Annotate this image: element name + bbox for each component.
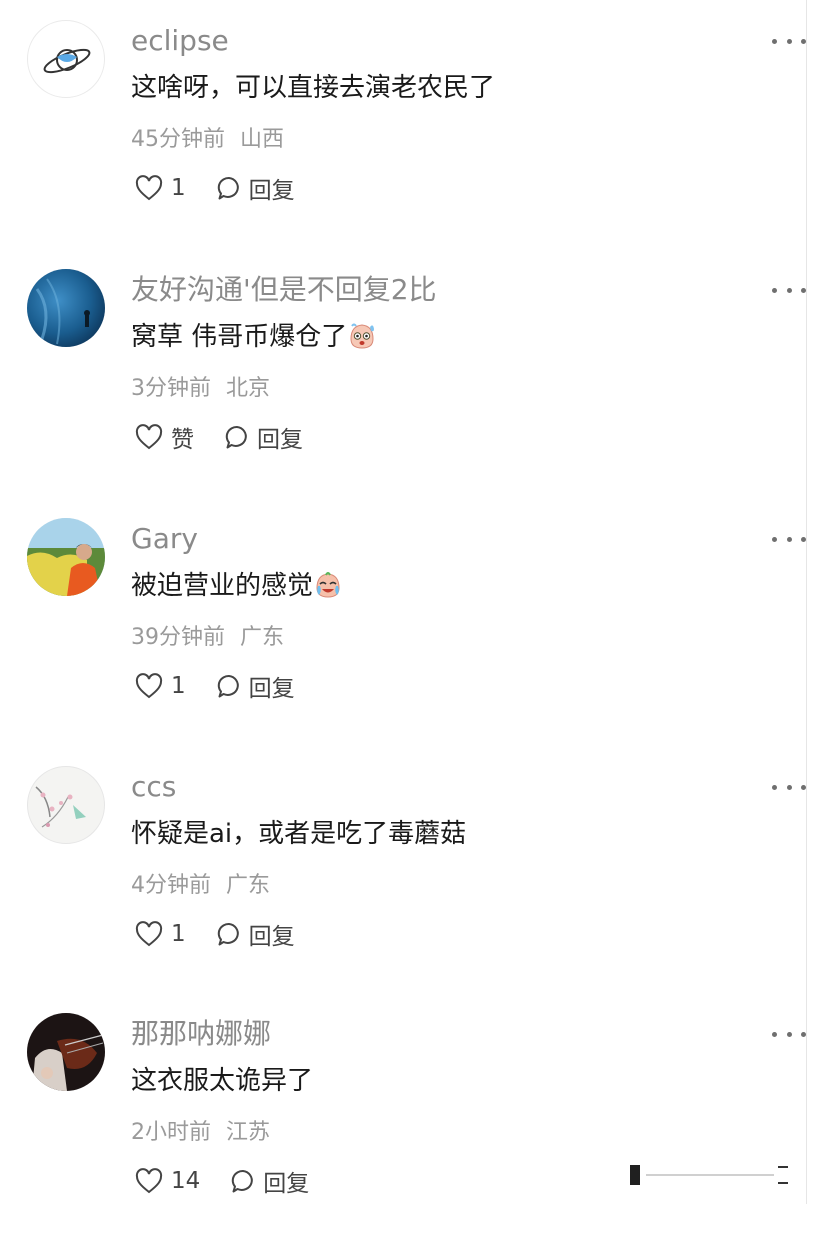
comment-actions: 1 回复: [135, 916, 295, 952]
indicator-end: [778, 1166, 788, 1184]
comment-location: 山西: [240, 127, 285, 152]
reply-label: 回复: [263, 1171, 310, 1197]
comment-meta: 2小时前 江苏: [131, 1117, 270, 1149]
reply-button[interactable]: 回复: [224, 420, 303, 454]
comment-time: 4分钟前: [131, 873, 211, 898]
more-options-icon[interactable]: [772, 28, 806, 54]
like-button[interactable]: 赞: [135, 420, 194, 454]
reply-label: 回复: [257, 427, 303, 453]
like-count: 1: [171, 175, 186, 201]
like-button[interactable]: 1: [135, 673, 186, 699]
speech-bubble-icon: [217, 674, 239, 698]
comment-time: 2小时前: [131, 1120, 211, 1145]
comment-item: eclipse 这啥呀，可以直接去演老农民了 45分钟前 山西 1 回复: [0, 0, 814, 250]
comment-location: 广东: [226, 873, 271, 898]
comment-location: 广东: [240, 625, 285, 650]
comment-actions: 1 回复: [135, 668, 295, 704]
avatar[interactable]: [27, 518, 105, 596]
comment-actions: 14 回复: [135, 1163, 309, 1199]
comment-time: 3分钟前: [131, 376, 211, 401]
comment-actions: 1 回复: [135, 170, 295, 206]
speech-bubble-icon: [217, 922, 239, 946]
comment-text: 窝草 伟哥币爆仓了: [131, 319, 377, 361]
comment-text-content: 被迫营业的感觉: [131, 571, 314, 601]
comment-meta: 39分钟前 广东: [131, 622, 284, 654]
reply-label: 回复: [248, 924, 295, 950]
reply-button[interactable]: 回复: [216, 171, 295, 205]
comment-text-content: 窝草 伟哥币爆仓了: [131, 322, 348, 352]
reply-label: 回复: [248, 676, 295, 702]
like-button[interactable]: 1: [135, 921, 186, 947]
comment-item: 那那呐娜娜 这衣服太诡异了 2小时前 江苏 14 回复: [0, 993, 814, 1243]
reply-button[interactable]: 回复: [216, 917, 295, 951]
comment-time: 45分钟前: [131, 127, 225, 152]
avatar[interactable]: [27, 269, 105, 347]
comment-item: Gary 被迫营业的感觉 39分钟前 广东 1 回复: [0, 498, 814, 748]
comment-location: 江苏: [226, 1120, 271, 1145]
heart-outline-icon: [135, 175, 163, 201]
avatar-image: [27, 518, 105, 596]
username[interactable]: ccs: [131, 768, 176, 806]
username[interactable]: Gary: [131, 520, 198, 558]
bottom-indicator: [630, 1164, 788, 1186]
heart-outline-icon: [135, 673, 163, 699]
like-count: 1: [171, 921, 186, 947]
comment-text: 被迫营业的感觉: [131, 568, 343, 610]
avatar-image: [27, 1013, 105, 1091]
avatar[interactable]: [27, 20, 105, 98]
speech-bubble-icon: [217, 176, 239, 200]
username[interactable]: 那那呐娜娜: [131, 1015, 271, 1053]
like-count: 14: [171, 1168, 201, 1194]
heart-outline-icon: [135, 1168, 163, 1194]
reply-button[interactable]: 回复: [230, 1164, 309, 1198]
indicator-line: [646, 1174, 774, 1176]
comment-text: 这衣服太诡异了: [131, 1066, 314, 1096]
more-options-icon[interactable]: [772, 774, 806, 800]
comment-text: 这啥呀，可以直接去演老农民了: [131, 73, 496, 103]
avatar[interactable]: [27, 766, 105, 844]
comment-text: 怀疑是ai，或者是吃了毒蘑菇: [131, 819, 467, 849]
like-button[interactable]: 1: [135, 175, 186, 201]
heart-outline-icon: [135, 921, 163, 947]
speech-bubble-icon: [225, 425, 247, 449]
comment-meta: 4分钟前 广东: [131, 870, 270, 902]
indicator-mark: [630, 1165, 640, 1185]
more-options-icon[interactable]: [772, 526, 806, 552]
like-button[interactable]: 14: [135, 1168, 200, 1194]
more-options-icon[interactable]: [772, 277, 806, 303]
avatar-image: [35, 786, 86, 828]
like-count: 1: [171, 673, 186, 699]
username[interactable]: 友好沟通'但是不回复2比: [131, 271, 437, 309]
comment-meta: 3分钟前 北京: [131, 373, 270, 405]
comment-actions: 赞 回复: [135, 419, 303, 455]
comment-location: 北京: [226, 376, 271, 401]
comment-time: 39分钟前: [131, 625, 225, 650]
heart-outline-icon: [135, 424, 163, 450]
comment-meta: 45分钟前 山西: [131, 124, 284, 156]
like-count: 赞: [171, 427, 194, 453]
comment-item: ccs 怀疑是ai，或者是吃了毒蘑菇 4分钟前 广东 1 回复: [0, 746, 814, 996]
crying-face-emoji: [313, 570, 343, 610]
speech-bubble-icon: [232, 1169, 254, 1193]
comment-item: 友好沟通'但是不回复2比 窝草 伟哥币爆仓了 3分钟前 北京 赞 回复: [0, 249, 814, 499]
reply-button[interactable]: 回复: [216, 669, 295, 703]
avatar-image: [27, 269, 105, 347]
reply-label: 回复: [248, 178, 295, 204]
shocked-face-emoji: [347, 321, 377, 361]
avatar[interactable]: [27, 1013, 105, 1091]
planet-icon: [43, 48, 91, 74]
username[interactable]: eclipse: [131, 22, 229, 60]
more-options-icon[interactable]: [772, 1021, 806, 1047]
